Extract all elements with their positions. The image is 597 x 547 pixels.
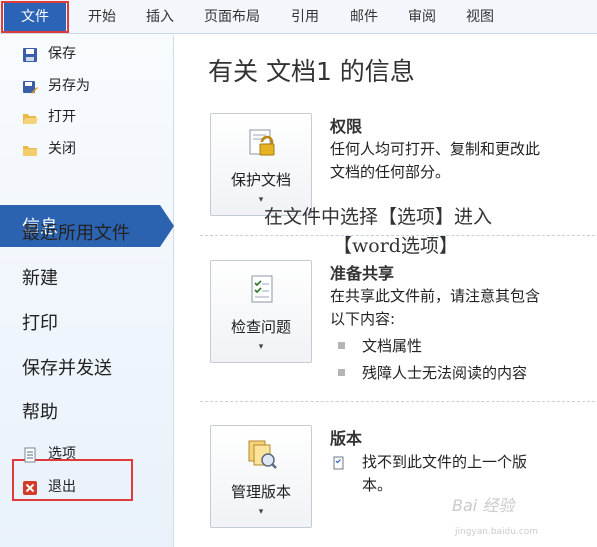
- nav-save-send[interactable]: 保存并发送: [22, 357, 112, 381]
- nav-help[interactable]: 帮助: [22, 401, 58, 425]
- nav-recent[interactable]: 最近所用文件: [22, 222, 130, 246]
- permissions-text-2: 文档的任何部分。: [330, 163, 451, 181]
- inspect-document-icon: [251, 275, 273, 303]
- exit-label: 退出: [48, 479, 76, 495]
- exit-icon: [23, 481, 37, 495]
- annotation-line-1: 在文件中选择【选项】进入: [264, 206, 493, 228]
- open-folder-icon: [23, 114, 38, 124]
- backstage-nav: 保存 另存为 打开 关闭 信息 最近所用文件 新建 打印 保存并发送 帮助 选项…: [0, 35, 174, 547]
- tab-view[interactable]: 视图: [466, 6, 494, 28]
- versions-heading: 版本: [330, 429, 363, 448]
- bullet-icon: [338, 369, 345, 376]
- version-document-icon: [333, 456, 344, 470]
- chevron-down-icon: ▾: [258, 507, 264, 517]
- close-folder-icon: [23, 146, 37, 156]
- check-for-issues-button[interactable]: 检查问题 ▾: [210, 260, 312, 363]
- nav-new[interactable]: 新建: [22, 267, 58, 291]
- save-icon: [23, 48, 37, 62]
- watermark-logo: Bai 经验: [452, 496, 515, 515]
- save-label: 保存: [48, 46, 76, 62]
- watermark-url: jingyan.baidu.com: [455, 527, 539, 537]
- protect-document-button[interactable]: 保护文档 ▾: [210, 113, 312, 216]
- bullet-document-properties: 文档属性: [362, 337, 423, 355]
- chevron-down-icon: ▾: [258, 342, 264, 352]
- protect-document-label: 保护文档: [230, 171, 291, 189]
- tab-home[interactable]: 开始: [88, 6, 116, 28]
- nav-print[interactable]: 打印: [22, 312, 58, 336]
- options-label: 选项: [48, 446, 76, 462]
- annotation-line-2: 【word选项】: [333, 235, 458, 257]
- lock-document-icon: [249, 129, 275, 156]
- info-pane: 有关 文档1 的信息 保护文档 ▾ 权限 任何人均可打开、复制和更改此 文档的任…: [175, 35, 597, 547]
- selected-pointer: [160, 205, 174, 247]
- divider: [200, 401, 595, 402]
- manage-versions-label: 管理版本: [230, 483, 291, 501]
- save-as-label: 另存为: [48, 78, 90, 94]
- check-for-issues-label: 检查问题: [230, 318, 291, 336]
- save-as-icon: [23, 81, 38, 94]
- tab-references[interactable]: 引用: [291, 6, 319, 28]
- tab-review[interactable]: 审阅: [408, 6, 436, 28]
- tab-page-layout[interactable]: 页面布局: [204, 6, 260, 28]
- open-label: 打开: [48, 109, 76, 125]
- ribbon-tab-bar: 文件 开始 插入 页面布局 引用 邮件 审阅 视图: [0, 0, 597, 34]
- page-title: 有关 文档1 的信息: [208, 57, 415, 86]
- permissions-heading: 权限: [330, 117, 363, 136]
- bullet-icon: [338, 342, 345, 349]
- versions-text-1: 找不到此文件的上一个版: [362, 453, 528, 471]
- close-label: 关闭: [48, 141, 76, 157]
- prepare-heading: 准备共享: [330, 264, 395, 283]
- permissions-text-1: 任何人均可打开、复制和更改此: [330, 140, 541, 158]
- versions-icon: [248, 440, 277, 469]
- tab-insert[interactable]: 插入: [146, 6, 174, 28]
- tab-mailings[interactable]: 邮件: [350, 6, 378, 28]
- manage-versions-button[interactable]: 管理版本 ▾: [210, 425, 312, 528]
- bullet-accessibility: 残障人士无法阅读的内容: [362, 364, 528, 382]
- prepare-text-2: 以下内容:: [330, 310, 396, 328]
- options-icon: [24, 447, 36, 463]
- versions-text-2: 本。: [362, 476, 393, 494]
- highlight-box-file: [1, 1, 69, 33]
- prepare-text-1: 在共享此文件前，请注意其包含: [330, 287, 541, 305]
